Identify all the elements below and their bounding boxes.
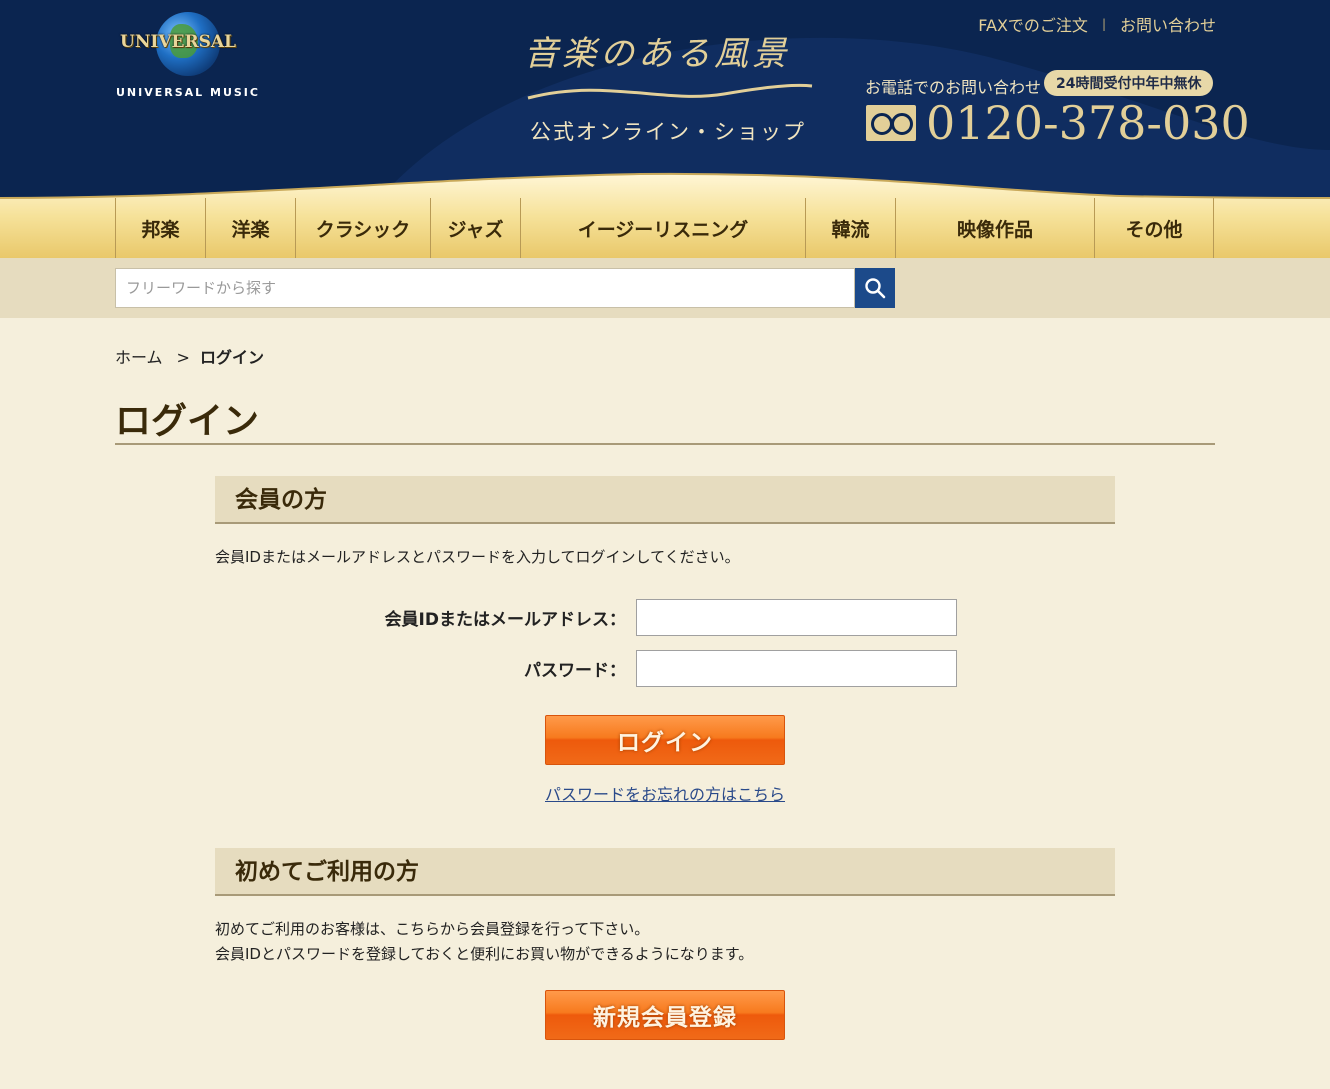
- breadcrumb-separator: >: [176, 348, 190, 367]
- member-section-title: 会員の方: [235, 487, 327, 513]
- register-button[interactable]: 新規会員登録: [545, 990, 785, 1040]
- hours-badge: 24時間受付中年中無休: [1044, 70, 1214, 96]
- breadcrumb-current: ログイン: [199, 348, 264, 367]
- newuser-section-header: 初めてご利用の方: [215, 848, 1115, 896]
- search-button[interactable]: [855, 268, 895, 308]
- login-button[interactable]: ログイン: [545, 715, 785, 765]
- link-separator: |: [1101, 17, 1106, 31]
- phone-label: お電話でのお問い合わせ: [865, 78, 1042, 97]
- title-divider: [115, 443, 1215, 445]
- search-bar: [0, 258, 1330, 318]
- forgot-password-link[interactable]: パスワードをお忘れの方はこちら: [545, 781, 785, 805]
- nav-items: 邦楽 洋楽 クラシック ジャズ イージーリスニング 韓流 映像作品 その他: [115, 198, 1214, 258]
- nav-item-jazz[interactable]: ジャズ: [431, 198, 521, 258]
- member-section-header: 会員の方: [215, 476, 1115, 524]
- brand-title: 音楽のある風景: [524, 34, 790, 74]
- newuser-section-title: 初めてご利用の方: [235, 859, 419, 885]
- nav-item-korean[interactable]: 韓流: [806, 198, 896, 258]
- nav-item-classical[interactable]: クラシック: [296, 198, 431, 258]
- password-input[interactable]: [636, 650, 957, 687]
- freedial-icon: [866, 105, 916, 141]
- member-id-label: 会員IDまたはメールアドレス：: [384, 610, 626, 630]
- universal-music-logo[interactable]: UNIVERSAL UNIVERSAL MUSIC: [116, 12, 262, 102]
- site-header: UNIVERSAL UNIVERSAL MUSIC 音楽のある風景 公式オンライ…: [0, 0, 1330, 198]
- breadcrumb-home[interactable]: ホーム: [115, 348, 163, 367]
- newuser-text-line1: 初めてご利用のお客様は、こちらから会員登録を行って下さい。: [215, 920, 650, 938]
- brand-subtitle: 公式オンライン・ショップ: [530, 120, 806, 144]
- contact-link[interactable]: お問い合わせ: [1120, 12, 1216, 36]
- breadcrumb: ホーム > ログイン: [115, 344, 264, 368]
- nav-item-western[interactable]: 洋楽: [206, 198, 296, 258]
- fax-order-link[interactable]: FAXでのご注文: [978, 12, 1088, 36]
- nav-item-easy-listening[interactable]: イージーリスニング: [521, 198, 806, 258]
- header-top-links: FAXでのご注文 | お問い合わせ: [978, 12, 1216, 36]
- member-id-row: 会員IDまたはメールアドレス：: [115, 599, 957, 636]
- password-label: パスワード：: [524, 661, 626, 681]
- search-icon: [865, 278, 886, 299]
- nav-item-video[interactable]: 映像作品: [896, 198, 1095, 258]
- phone-number-block[interactable]: 0120-378-030: [866, 96, 1250, 150]
- logo-subtitle: UNIVERSAL MUSIC: [116, 86, 260, 99]
- newuser-text-line2: 会員IDとパスワードを登録しておくと便利にお買い物ができるようになります。: [215, 945, 754, 963]
- swoosh-decoration: [527, 83, 813, 100]
- member-id-input[interactable]: [636, 599, 957, 636]
- member-instruction: 会員IDまたはメールアドレスとパスワードを入力してログインしてください。: [215, 548, 740, 566]
- page-title: ログイン: [115, 401, 260, 442]
- nav-item-other[interactable]: その他: [1095, 198, 1214, 258]
- password-row: パスワード：: [115, 650, 957, 687]
- phone-number: 0120-378-030: [926, 96, 1250, 150]
- nav-item-japanese[interactable]: 邦楽: [116, 198, 206, 258]
- brand-title-block[interactable]: 音楽のある風景 公式オンライン・ショップ: [524, 24, 824, 154]
- genre-nav: 邦楽 洋楽 クラシック ジャズ イージーリスニング 韓流 映像作品 その他: [0, 172, 1330, 258]
- logo-wordmark: UNIVERSAL: [120, 32, 237, 52]
- search-input[interactable]: [115, 268, 855, 308]
